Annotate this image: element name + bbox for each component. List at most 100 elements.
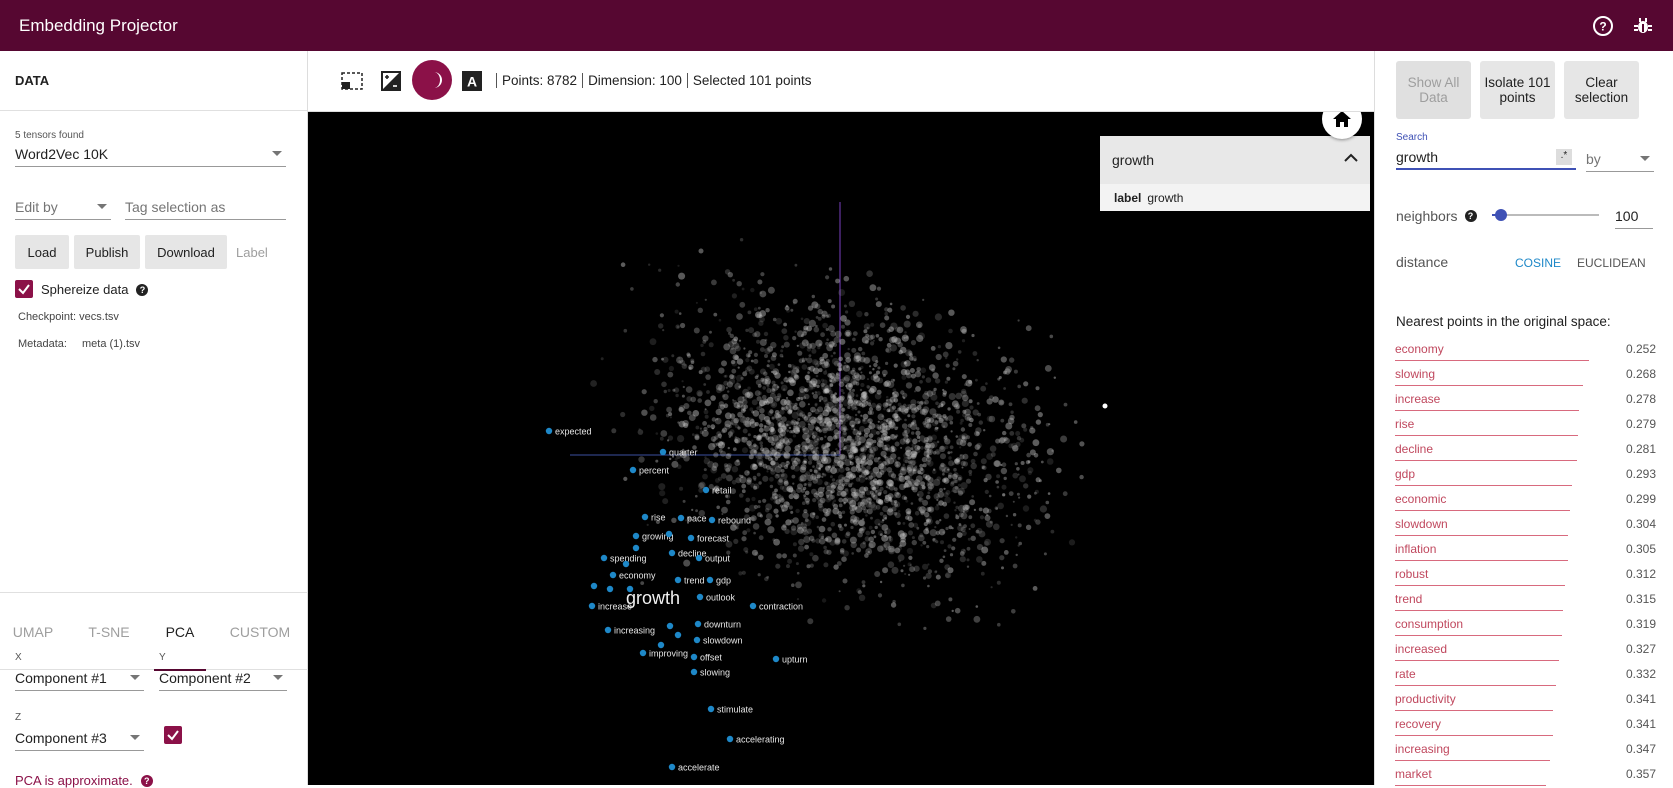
embedding-point [807, 305, 814, 311]
nearest-point-word[interactable]: robust [1395, 567, 1428, 581]
point-cloud[interactable]: expected quarter percent retail rise pace rebo… [308, 112, 1374, 785]
tensor-select[interactable]: Word2Vec 10K [15, 141, 286, 167]
nearest-point-row[interactable]: gdp 0.293 [1395, 463, 1656, 488]
embedding-point [954, 607, 961, 614]
embedding-point [783, 341, 790, 348]
nearest-point-row[interactable]: consumption 0.319 [1395, 613, 1656, 638]
embedding-point [845, 466, 850, 472]
nearest-point-word[interactable]: gdp [1395, 467, 1415, 481]
nearest-point-row[interactable]: recovery 0.341 [1395, 713, 1656, 738]
edit-by-select[interactable]: Edit by [15, 194, 111, 220]
nearest-point-row[interactable]: inflation 0.305 [1395, 538, 1656, 563]
nearest-point-row[interactable]: increased 0.327 [1395, 638, 1656, 663]
nearest-point-row[interactable]: economic 0.299 [1395, 488, 1656, 513]
embedding-point [876, 431, 880, 435]
nearest-point-word[interactable]: increasing [1395, 742, 1450, 756]
embedding-point [897, 622, 902, 627]
help-icon[interactable]: ? [136, 283, 149, 296]
embedding-point [741, 536, 747, 542]
embedding-point [801, 364, 808, 370]
nearest-point-word[interactable]: market [1395, 767, 1432, 781]
publish-button[interactable]: Publish [74, 235, 140, 269]
download-button[interactable]: Download [145, 235, 227, 269]
nearest-point-word[interactable]: trend [1395, 592, 1422, 606]
embedding-point [727, 272, 733, 278]
embedding-point [867, 378, 869, 381]
nearest-point-row[interactable]: decline 0.281 [1395, 438, 1656, 463]
load-button[interactable]: Load [15, 235, 69, 269]
embedding-canvas[interactable]: expected quarter percent retail rise pace rebo… [308, 112, 1374, 785]
embedding-point [884, 315, 890, 321]
clear-selection-button[interactable]: Clear selection [1564, 61, 1639, 119]
embedding-point [934, 420, 939, 425]
embedding-point [954, 458, 961, 465]
neighbors-slider-handle[interactable] [1494, 209, 1507, 221]
nearest-point-row[interactable]: market 0.357 [1395, 763, 1656, 788]
embedding-point [756, 472, 761, 477]
nearest-point-row[interactable]: productivity 0.341 [1395, 688, 1656, 713]
nearest-point-row[interactable]: slowdown 0.304 [1395, 513, 1656, 538]
pca-y-select[interactable]: Component #2 [159, 665, 287, 691]
nearest-point-row[interactable]: slowing 0.268 [1395, 363, 1656, 388]
help-icon[interactable]: ? [1591, 14, 1615, 38]
embedding-point [888, 403, 892, 407]
nearest-point-word[interactable]: rate [1395, 667, 1416, 681]
nearest-point-row[interactable]: rate 0.332 [1395, 663, 1656, 688]
embedding-point [932, 538, 936, 541]
nearest-point-word[interactable]: inflation [1395, 542, 1436, 556]
embedding-point [874, 525, 878, 530]
neighbors-input[interactable]: 100 [1615, 203, 1653, 229]
night-mode-contrast-icon[interactable] [379, 69, 403, 93]
labels-toggle-icon[interactable]: A [460, 69, 484, 93]
pca-3d-checkbox[interactable] [164, 726, 182, 744]
sphereize-checkbox[interactable] [15, 280, 33, 298]
distance-euclidean-option[interactable]: EUCLIDEAN [1577, 256, 1646, 270]
nearest-point-word[interactable]: increase [1395, 392, 1440, 406]
nearest-point-word[interactable]: recovery [1395, 717, 1441, 731]
embedding-point [697, 391, 703, 397]
dark-mode-toggle[interactable] [412, 60, 452, 100]
nearest-point-word[interactable]: decline [1395, 442, 1433, 456]
label-button[interactable]: Label [236, 245, 268, 260]
search-by-select[interactable]: by [1586, 146, 1654, 172]
embedding-point [671, 460, 679, 468]
nearest-point-word[interactable]: productivity [1395, 692, 1456, 706]
inspector-query-row[interactable]: growth [1100, 136, 1370, 184]
embedding-point [745, 358, 750, 363]
distance-cosine-option[interactable]: COSINE [1515, 256, 1561, 270]
nearest-point-row[interactable]: robust 0.312 [1395, 563, 1656, 588]
nearest-point-word[interactable]: economic [1395, 492, 1446, 506]
show-all-data-button[interactable]: Show All Data [1396, 61, 1471, 119]
tab-umap[interactable]: UMAP [0, 593, 66, 671]
nearest-point-row[interactable]: trend 0.315 [1395, 588, 1656, 613]
nearest-point-word[interactable]: slowing [1395, 367, 1435, 381]
help-icon[interactable]: ? [1464, 210, 1477, 222]
embedding-point [777, 363, 781, 366]
tab-tsne[interactable]: T-SNE [76, 593, 142, 671]
selection-box-icon[interactable] [340, 69, 364, 93]
embedding-point [996, 580, 1001, 585]
regex-toggle-icon[interactable]: .* [1556, 149, 1572, 165]
isolate-points-button[interactable]: Isolate 101 points [1480, 61, 1555, 119]
nearest-point-word[interactable]: rise [1395, 417, 1414, 431]
nearest-point-word[interactable]: consumption [1395, 617, 1463, 631]
pca-x-select[interactable]: Component #1 [15, 665, 144, 691]
embedding-point [764, 338, 768, 342]
nearest-point-row[interactable]: increase 0.278 [1395, 388, 1656, 413]
embedding-point [741, 483, 747, 489]
nearest-point-word[interactable]: slowdown [1395, 517, 1448, 531]
tag-selection-input[interactable]: Tag selection as [125, 194, 286, 220]
nearest-point-row[interactable]: rise 0.279 [1395, 413, 1656, 438]
embedding-point [799, 411, 805, 417]
neighbors-slider[interactable] [1492, 209, 1599, 221]
nearest-point-row[interactable]: increasing 0.347 [1395, 738, 1656, 763]
bug-report-icon[interactable] [1631, 14, 1655, 38]
tab-custom[interactable]: CUSTOM [222, 593, 298, 671]
embedding-point [682, 499, 686, 503]
search-input[interactable]: growth .* [1396, 144, 1576, 170]
embedding-point [744, 507, 750, 513]
pca-z-select[interactable]: Component #3 [15, 725, 144, 751]
nearest-point-word[interactable]: economy [1395, 342, 1444, 356]
nearest-point-word[interactable]: increased [1395, 642, 1447, 656]
nearest-point-row[interactable]: economy 0.252 [1395, 338, 1656, 363]
